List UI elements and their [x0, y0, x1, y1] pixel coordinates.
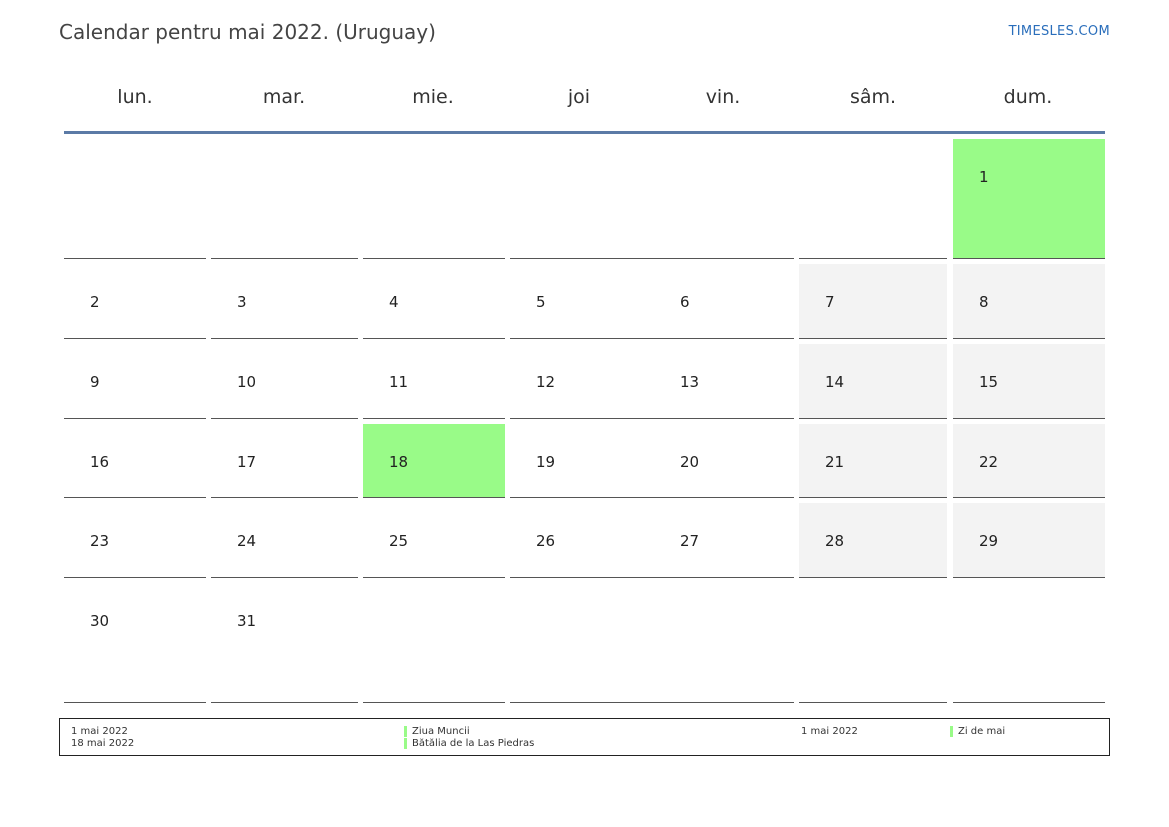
day-cell[interactable]: 24 [211, 503, 358, 578]
day-cell[interactable]: 3 [211, 264, 358, 339]
empty-day-cell [654, 139, 794, 259]
day-cell[interactable]: 26 [510, 503, 654, 578]
empty-day-cell [799, 583, 947, 703]
legend-names-column-2: Zi de mai [950, 726, 1005, 738]
legend-names-column: Ziua Muncii Bătălia de la Las Piedras [404, 726, 534, 750]
day-cell[interactable]: 9 [64, 344, 206, 419]
empty-day-cell [363, 139, 505, 259]
day-cell[interactable]: 20 [654, 424, 794, 498]
legend-holiday-name: Ziua Muncii [404, 726, 534, 738]
legend-date: 1 mai 2022 [801, 726, 858, 737]
page-title: Calendar pentru mai 2022. (Uruguay) [59, 20, 436, 44]
day-cell[interactable]: 13 [654, 344, 794, 419]
day-cell[interactable]: 12 [510, 344, 654, 419]
day-cell[interactable]: 30 [64, 583, 206, 703]
day-cell[interactable]: 2 [64, 264, 206, 339]
legend-dates-column-2: 1 mai 2022 [801, 726, 858, 738]
day-cell[interactable]: 25 [363, 503, 505, 578]
day-cell[interactable]: 11 [363, 344, 505, 419]
day-cell[interactable]: 21 [799, 424, 947, 498]
day-cell[interactable]: 4 [363, 264, 505, 339]
day-number: 15 [979, 373, 999, 391]
legend-date: 18 mai 2022 [71, 738, 135, 749]
day-cell[interactable]: 29 [953, 503, 1105, 578]
day-number: 5 [536, 293, 546, 311]
empty-day-cell [799, 139, 947, 259]
day-cell[interactable]: 7 [799, 264, 947, 339]
header-divider [64, 131, 1105, 134]
legend-holiday-name: Zi de mai [950, 726, 1005, 738]
weekday-header: mar. [262, 86, 306, 108]
day-cell[interactable]: 18 [363, 424, 505, 498]
day-cell[interactable]: 8 [953, 264, 1105, 339]
day-cell[interactable]: 5 [510, 264, 654, 339]
day-number: 31 [237, 612, 257, 630]
day-number: 23 [90, 532, 110, 550]
day-number: 10 [237, 373, 257, 391]
day-number: 20 [680, 453, 700, 471]
weekday-header: joi [567, 86, 591, 108]
weekday-header: sâm. [849, 86, 897, 108]
day-cell[interactable]: 6 [654, 264, 794, 339]
day-number: 8 [979, 293, 989, 311]
day-number: 14 [825, 373, 845, 391]
weekday-header: mie. [412, 86, 454, 108]
day-cell[interactable]: 17 [211, 424, 358, 498]
empty-day-cell [211, 139, 358, 259]
day-cell[interactable]: 1 [953, 139, 1105, 259]
day-number: 30 [90, 612, 110, 630]
day-cell[interactable]: 15 [953, 344, 1105, 419]
day-number: 28 [825, 532, 845, 550]
empty-day-cell [64, 139, 206, 259]
day-number: 2 [90, 293, 100, 311]
day-cell[interactable]: 23 [64, 503, 206, 578]
weekday-header-row: lun. mar. mie. joi vin. sâm. dum. [0, 86, 1169, 112]
day-cell[interactable]: 28 [799, 503, 947, 578]
empty-day-cell [363, 583, 505, 703]
day-number: 19 [536, 453, 556, 471]
brand-link[interactable]: TIMESLES.COM [1009, 24, 1110, 39]
day-cell[interactable]: 14 [799, 344, 947, 419]
day-number: 13 [680, 373, 700, 391]
day-number: 3 [237, 293, 247, 311]
day-number: 24 [237, 532, 257, 550]
day-cell[interactable]: 10 [211, 344, 358, 419]
day-number: 26 [536, 532, 556, 550]
day-number: 12 [536, 373, 556, 391]
empty-day-cell [510, 139, 654, 259]
day-number: 9 [90, 373, 100, 391]
empty-day-cell [654, 583, 794, 703]
day-number: 25 [389, 532, 409, 550]
weekday-header: dum. [1003, 86, 1053, 108]
day-number: 17 [237, 453, 257, 471]
day-number: 18 [389, 453, 409, 471]
day-number: 4 [389, 293, 399, 311]
day-cell[interactable]: 27 [654, 503, 794, 578]
day-number: 16 [90, 453, 110, 471]
day-number: 1 [979, 168, 989, 186]
empty-day-cell [953, 583, 1105, 703]
day-cell[interactable]: 31 [211, 583, 358, 703]
day-cell[interactable]: 19 [510, 424, 654, 498]
weekday-header: vin. [705, 86, 741, 108]
legend-holiday-name: Bătălia de la Las Piedras [404, 738, 534, 750]
day-number: 6 [680, 293, 690, 311]
day-number: 22 [979, 453, 999, 471]
legend-date: 1 mai 2022 [71, 726, 128, 737]
day-number: 11 [389, 373, 409, 391]
day-number: 21 [825, 453, 845, 471]
empty-day-cell [510, 583, 654, 703]
holiday-legend: 1 mai 2022 18 mai 2022 Ziua Muncii Bătăl… [59, 718, 1110, 756]
day-number: 29 [979, 532, 999, 550]
day-cell[interactable]: 16 [64, 424, 206, 498]
legend-dates-column: 1 mai 2022 18 mai 2022 [71, 726, 134, 750]
day-number: 27 [680, 532, 700, 550]
weekday-header: lun. [117, 86, 153, 108]
day-cell[interactable]: 22 [953, 424, 1105, 498]
day-number: 7 [825, 293, 835, 311]
